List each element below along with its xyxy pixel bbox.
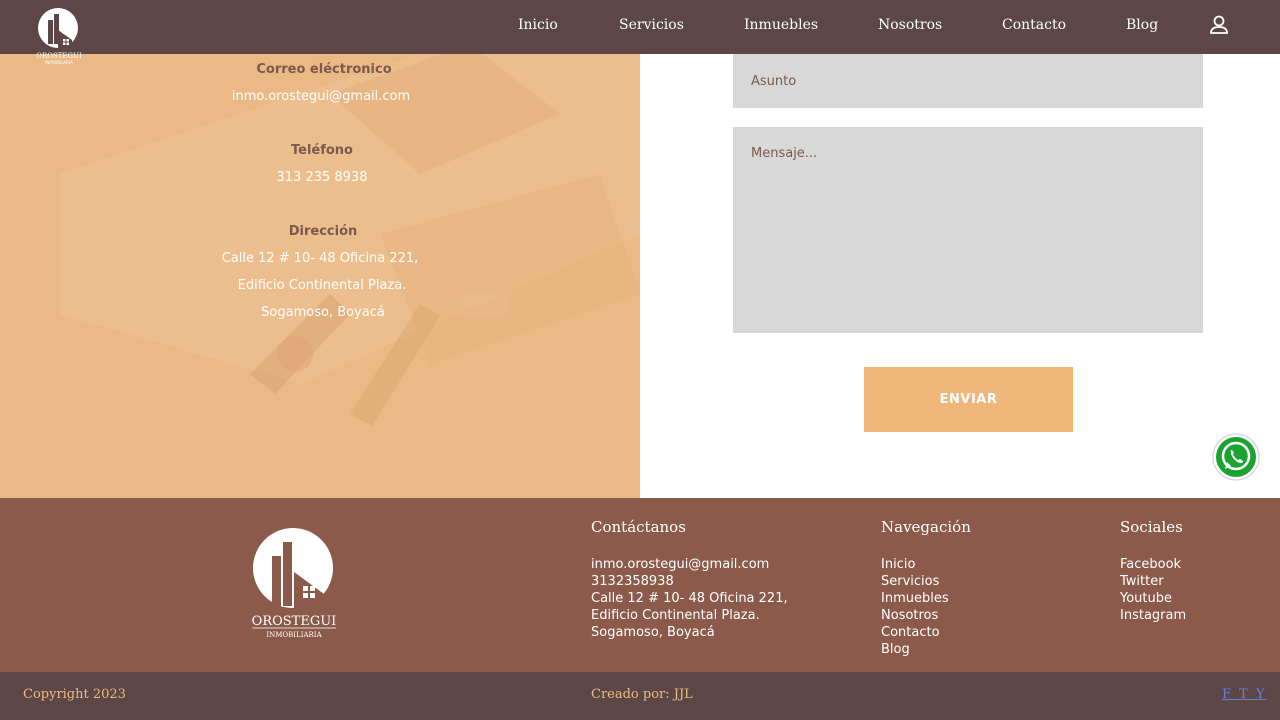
address-label: Dirección: [288, 224, 358, 239]
address-block: Dirección: [123, 224, 523, 239]
social-mini-links[interactable]: F T Y: [1222, 687, 1267, 702]
phone-value-block: 313 235 8938: [122, 170, 522, 185]
footer-contact-address: Edificio Continental Plaza.: [591, 608, 760, 623]
svg-text:INMOBILIARIA: INMOBILIARIA: [266, 631, 322, 639]
phone-label: Teléfono: [290, 143, 353, 158]
subject-select[interactable]: Asunto: [733, 54, 1203, 108]
footer-social-list: Facebook Twitter Youtube Instagram: [1120, 556, 1186, 624]
address-line-1-block: Calle 12 # 10- 48 Oficina 221,: [120, 251, 520, 266]
footer-link-instagram[interactable]: Instagram: [1120, 607, 1186, 624]
footer-contact-address: Calle 12 # 10- 48 Oficina 221,: [591, 591, 788, 606]
footer-link-facebook[interactable]: Facebook: [1120, 556, 1186, 573]
email-label: Correo eléctronico: [256, 62, 392, 77]
nav-item-contacto[interactable]: Contacto: [1002, 17, 1066, 33]
nav-item-inicio[interactable]: Inicio: [518, 17, 558, 33]
footer-navigation-heading: Navegación: [881, 518, 971, 536]
message-placeholder: Mensaje...: [751, 146, 818, 161]
logo[interactable]: OROSTEGUI INMOBILIARIA: [34, 6, 84, 66]
footer-navigation-list: Inicio Servicios Inmuebles Nosotros Cont…: [881, 556, 949, 658]
footer-logo[interactable]: OROSTEGUI INMOBILIARIA: [248, 524, 340, 642]
footer-link-nosotros[interactable]: Nosotros: [881, 607, 949, 624]
email-block: Correo eléctronico: [124, 62, 524, 77]
address-line: Calle 12 # 10- 48 Oficina 221,: [221, 251, 419, 266]
subject-placeholder: Asunto: [751, 74, 797, 89]
footer-contact-heading: Contáctanos: [591, 518, 686, 536]
nav-item-inmuebles[interactable]: Inmuebles: [744, 17, 818, 33]
svg-text:OROSTEGUI: OROSTEGUI: [36, 52, 82, 60]
footer-contact-list: inmo.orostegui@gmail.com 3132358938 Call…: [591, 556, 788, 641]
footer-link-inicio[interactable]: Inicio: [881, 556, 949, 573]
footer-social-heading: Sociales: [1120, 518, 1183, 536]
email-value[interactable]: inmo.orostegui@gmail.com: [121, 89, 521, 104]
svg-text:OROSTEGUI: OROSTEGUI: [252, 614, 337, 629]
copyright-text: Copyright 2023: [23, 687, 126, 702]
footer-link-twitter[interactable]: Twitter: [1120, 573, 1186, 590]
footer-link-youtube[interactable]: Youtube: [1120, 590, 1186, 607]
footer-contact-address: Sogamoso, Boyacá: [591, 625, 715, 640]
address-line: Sogamoso, Boyacá: [261, 305, 385, 320]
whatsapp-icon[interactable]: [1212, 433, 1260, 481]
footer-contact-phone[interactable]: 3132358938: [591, 573, 788, 590]
nav-item-servicios[interactable]: Servicios: [619, 17, 684, 33]
nav-item-nosotros[interactable]: Nosotros: [878, 17, 942, 33]
address-line-3-block: Sogamoso, Boyacá: [123, 305, 523, 320]
phone-block: Teléfono: [122, 143, 522, 158]
footer-link-servicios[interactable]: Servicios: [881, 573, 949, 590]
message-textarea[interactable]: Mensaje...: [733, 127, 1203, 333]
credits-text: Creado por: JJL: [591, 687, 693, 702]
footer-contact-email[interactable]: inmo.orostegui@gmail.com: [591, 556, 788, 573]
footer-link-contacto[interactable]: Contacto: [881, 624, 949, 641]
user-icon[interactable]: [1209, 14, 1229, 36]
send-button[interactable]: ENVIAR: [864, 367, 1073, 432]
footer-link-inmuebles[interactable]: Inmuebles: [881, 590, 949, 607]
background-photo: [0, 54, 640, 498]
address-line: Edificio Continental Plaza.: [237, 278, 407, 293]
phone-value[interactable]: 313 235 8938: [122, 170, 522, 185]
email-value-block: inmo.orostegui@gmail.com: [121, 89, 521, 104]
address-line-2-block: Edificio Continental Plaza.: [122, 278, 522, 293]
svg-text:INMOBILIARIA: INMOBILIARIA: [45, 60, 73, 65]
contact-info-panel: Correo eléctronico inmo.orostegui@gmail.…: [0, 54, 640, 498]
footer-link-blog[interactable]: Blog: [881, 641, 949, 658]
nav-item-blog[interactable]: Blog: [1126, 17, 1158, 33]
top-navbar: OROSTEGUI INMOBILIARIA Inicio Servicios …: [0, 0, 1280, 65]
